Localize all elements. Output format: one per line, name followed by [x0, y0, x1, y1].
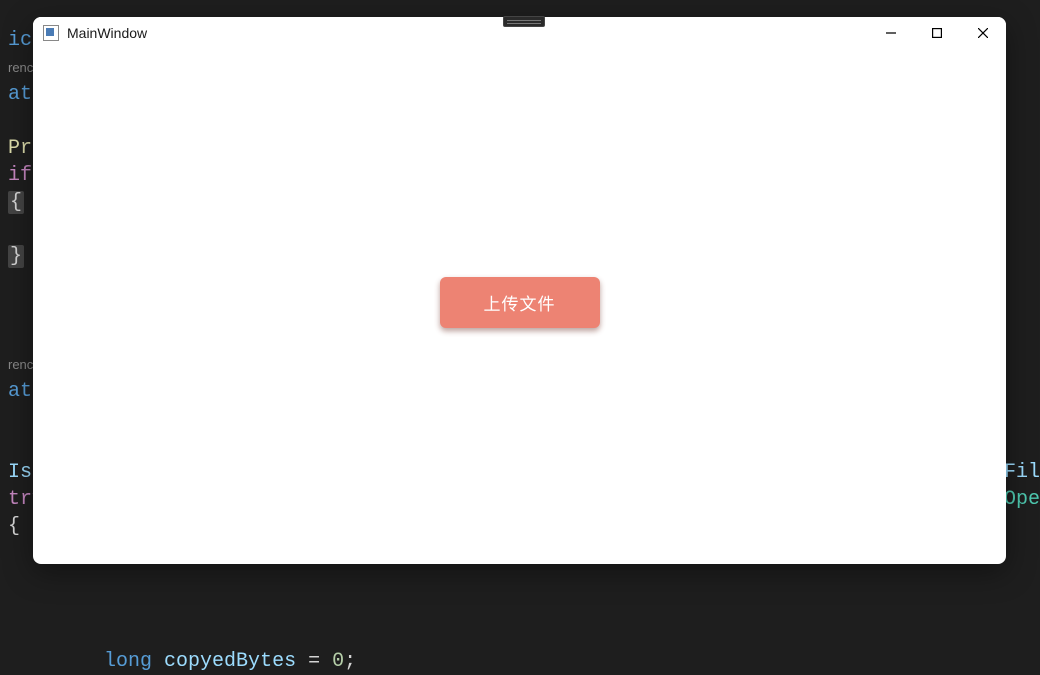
brace-open: {: [8, 191, 24, 214]
minimize-icon: [886, 28, 896, 38]
close-icon: [978, 28, 988, 38]
maximize-button[interactable]: [914, 17, 960, 49]
close-button[interactable]: [960, 17, 1006, 49]
panel-drag-handle[interactable]: [503, 16, 545, 27]
code-fragment: {: [8, 515, 20, 538]
main-window: MainWindow 上传文件: [33, 17, 1006, 564]
references-badge: renc: [8, 60, 33, 75]
brace-close: }: [8, 245, 24, 268]
code-number: 0: [332, 650, 344, 673]
code-fragment: Fil: [1004, 461, 1040, 484]
window-controls: [868, 17, 1006, 49]
window-icon: [43, 25, 59, 41]
code-variable: copyedBytes: [164, 650, 296, 673]
window-title: MainWindow: [67, 25, 147, 41]
code-fragment: if: [8, 164, 32, 187]
maximize-icon: [932, 28, 942, 38]
window-body: 上传文件: [33, 49, 1006, 564]
upload-file-button[interactable]: 上传文件: [440, 277, 600, 328]
references-badge: renc: [8, 357, 33, 372]
code-fragment: Ope: [1004, 488, 1040, 511]
code-keyword: long: [104, 650, 152, 673]
minimize-button[interactable]: [868, 17, 914, 49]
